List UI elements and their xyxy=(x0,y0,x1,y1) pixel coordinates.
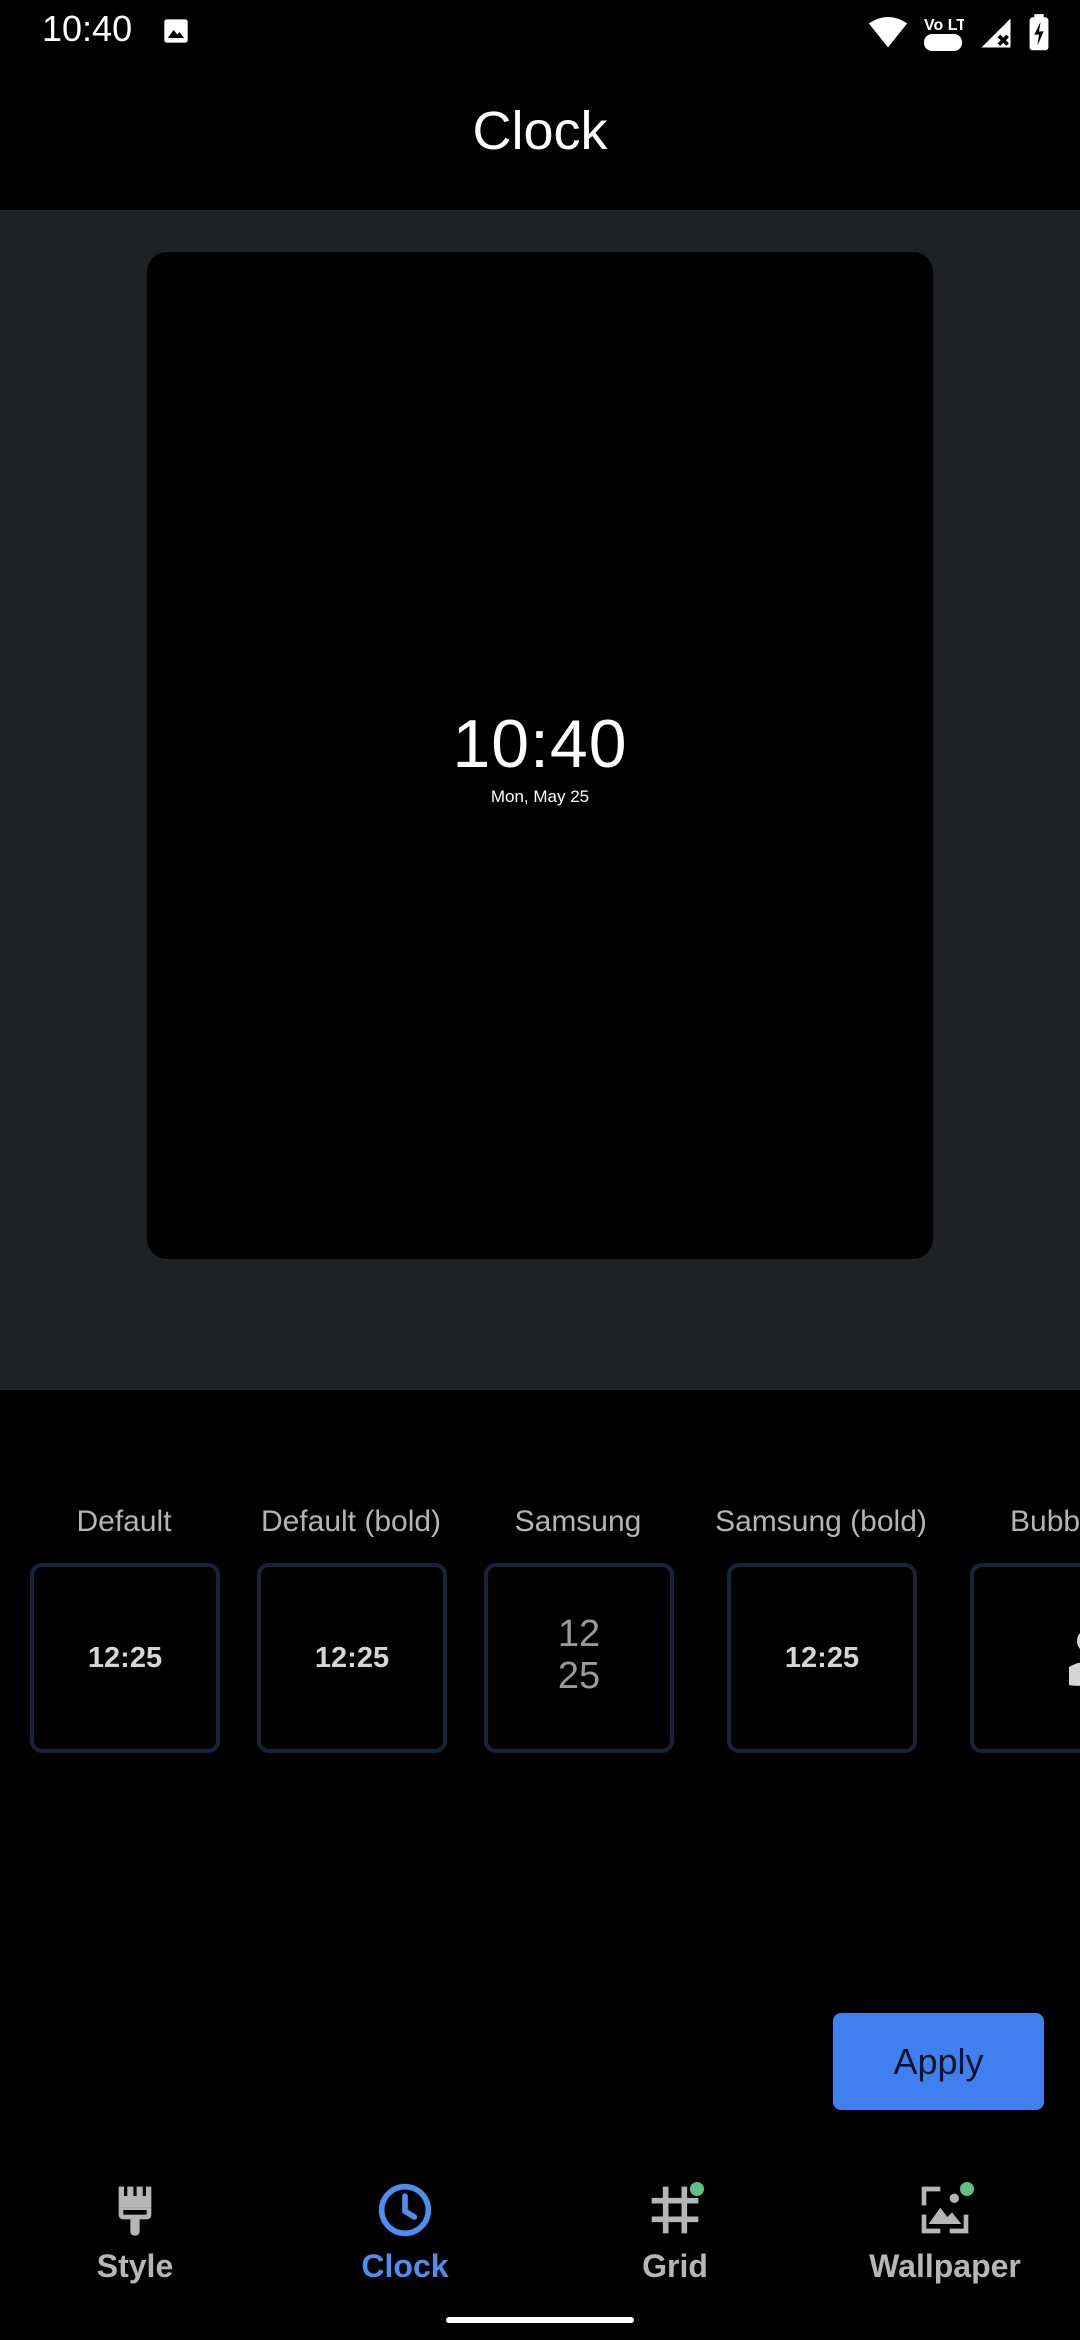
clock-option-tile[interactable]: 12:25 xyxy=(257,1563,447,1753)
battery-charging-icon xyxy=(1029,14,1049,51)
tile-sample-time: 12:25 xyxy=(314,1641,390,1674)
bubble-clock-glyph xyxy=(1069,1633,1080,1686)
option-label: Default (bold) xyxy=(260,1505,442,1538)
tile-sample-time: 12:25 xyxy=(87,1641,163,1674)
option-label: Samsung (bold) xyxy=(715,1505,927,1538)
clock-options-carousel[interactable]: Default 12:25 Default (bold) 12:25 Samsu… xyxy=(0,1505,1080,1755)
wifi-icon xyxy=(868,17,908,48)
clock-picker-screen: 10:40 Vo LTE Clock xyxy=(0,0,1080,2340)
clock-preview-area: 10:40 Mon, May 25 xyxy=(0,210,1080,1390)
preview-date: Mon, May 25 xyxy=(490,787,590,806)
clock-option-tile[interactable]: 12 25 xyxy=(484,1563,674,1753)
nav-item-clock[interactable]: Clock xyxy=(270,2170,540,2300)
nav-label: Style xyxy=(96,2248,174,2284)
nav-label: Wallpaper xyxy=(869,2248,1021,2284)
tile-sample-stacked: 12 25 xyxy=(488,1613,670,1697)
clock-option-tile[interactable]: 12:25 xyxy=(30,1563,220,1753)
brush-icon xyxy=(118,2186,152,2236)
clock-option-tile[interactable] xyxy=(970,1563,1080,1753)
preview-clock-time: 10:40 xyxy=(452,706,628,782)
image-icon xyxy=(164,19,188,43)
tile-sample-hour: 12 xyxy=(557,1613,601,1655)
bottom-navigation: Style Clock Grid Wallpaper xyxy=(0,2160,1080,2300)
status-icons: Vo LTE xyxy=(868,12,1050,54)
nav-item-grid[interactable]: Grid xyxy=(540,2170,810,2300)
option-label: Bubble xyxy=(1010,1505,1080,1538)
nav-label: Clock xyxy=(361,2248,449,2284)
svg-text:Vo LTE: Vo LTE xyxy=(924,17,964,34)
volte-icon: Vo LTE xyxy=(924,17,964,51)
clock-option-tile[interactable]: 12:25 xyxy=(727,1563,917,1753)
status-bar: 10:40 Vo LTE xyxy=(0,0,1080,66)
tile-sample-minute: 25 xyxy=(557,1655,601,1697)
page-title: Clock xyxy=(472,101,608,161)
lock-screen-preview: 10:40 Mon, May 25 xyxy=(147,252,933,1259)
nav-label: Grid xyxy=(642,2248,708,2284)
status-time: 10:40 xyxy=(42,8,133,49)
nav-item-style[interactable]: Style xyxy=(0,2170,270,2300)
clock-icon xyxy=(378,2183,432,2237)
update-badge xyxy=(958,2180,976,2198)
update-badge xyxy=(688,2180,706,2198)
tile-sample-time: 12:25 xyxy=(784,1641,860,1674)
home-indicator[interactable] xyxy=(446,2317,634,2323)
signal-icon xyxy=(981,18,1011,48)
option-label: Samsung xyxy=(514,1505,642,1538)
apply-button[interactable]: Apply xyxy=(833,2013,1044,2110)
nav-item-wallpaper[interactable]: Wallpaper xyxy=(810,2170,1080,2300)
option-label: Default xyxy=(76,1505,172,1538)
